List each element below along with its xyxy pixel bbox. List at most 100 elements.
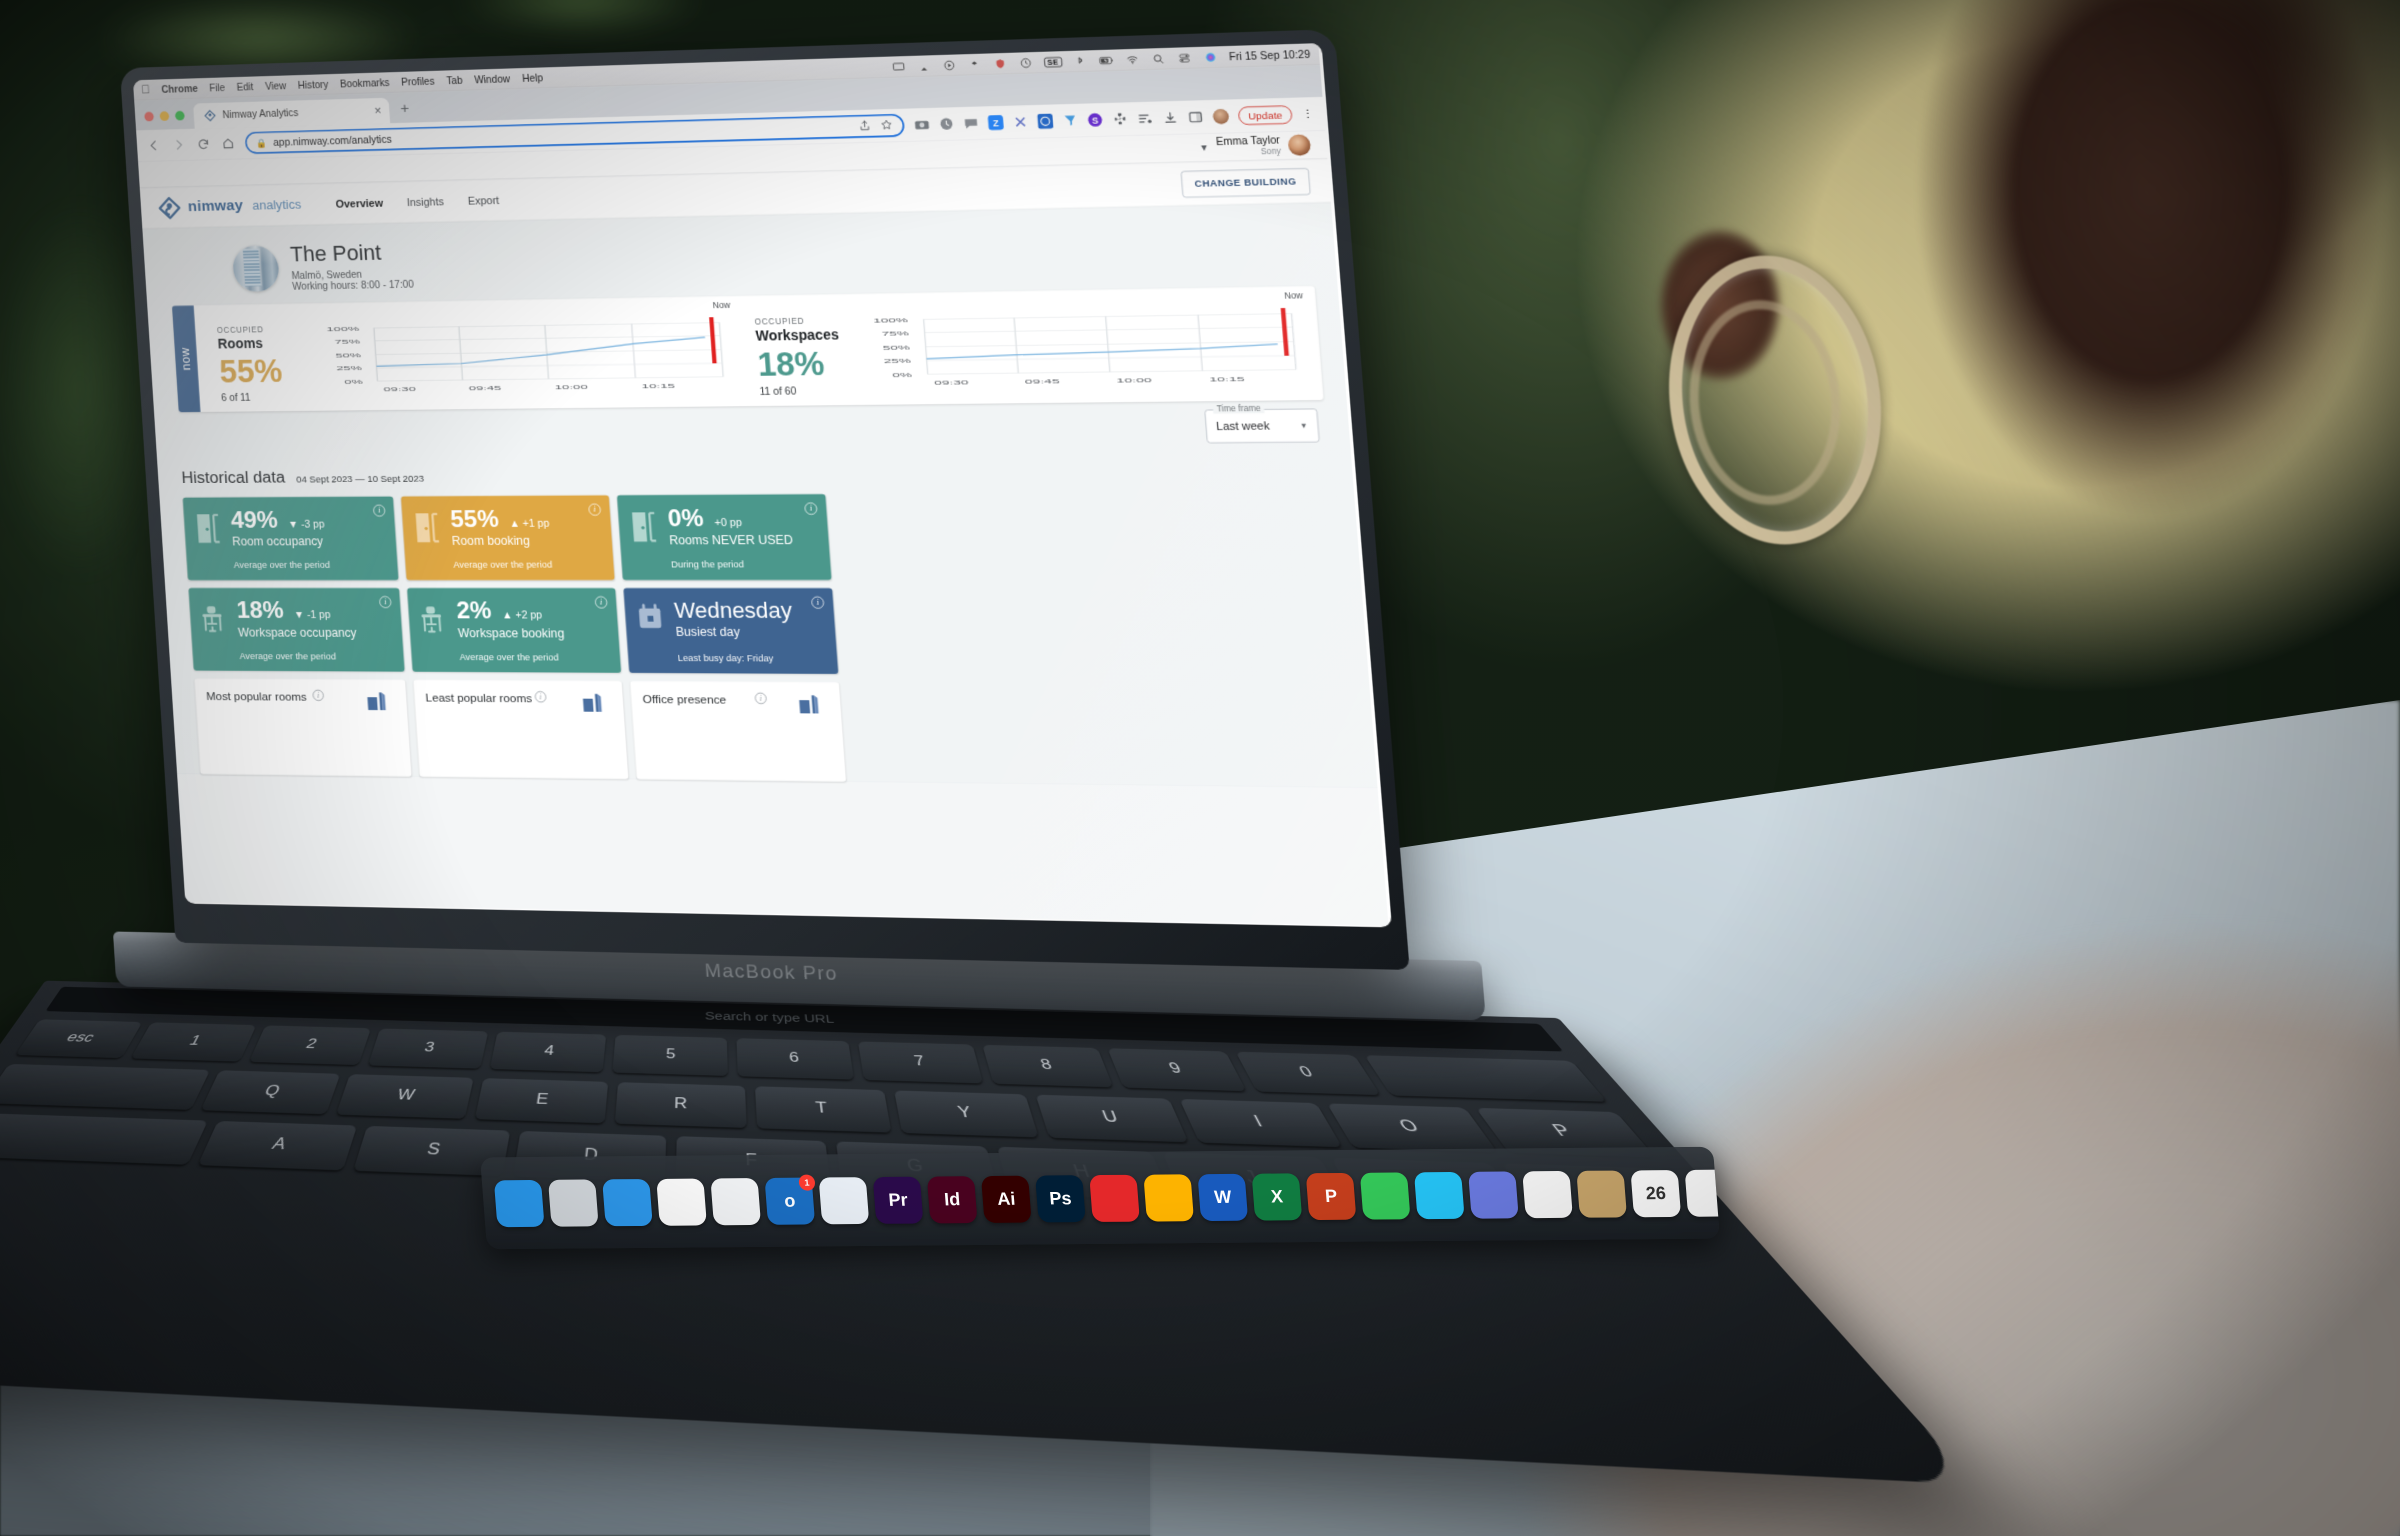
card-least-popular-rooms[interactable]: Least popular rooms i: [413, 679, 629, 779]
comment-icon[interactable]: [963, 116, 979, 131]
dock-icon-powerpoint[interactable]: P: [1305, 1172, 1357, 1220]
timer-icon[interactable]: [939, 116, 955, 131]
dock-icon-sketch[interactable]: [1143, 1173, 1195, 1222]
info-icon[interactable]: i: [810, 596, 825, 609]
key-4[interactable]: 4: [489, 1031, 607, 1073]
card-office-presence[interactable]: Office presence i: [629, 680, 847, 782]
dock-icon-photos[interactable]: [1522, 1170, 1573, 1218]
sidebar-icon[interactable]: [1187, 109, 1204, 124]
screen-share-icon[interactable]: [891, 61, 906, 73]
share-icon[interactable]: [859, 119, 872, 133]
brand[interactable]: nimway analytics: [157, 193, 302, 220]
info-icon[interactable]: i: [378, 595, 392, 608]
tile-workspace-booking[interactable]: i 2% ▲ +2 pp Workspace booking Average o…: [407, 587, 622, 673]
camera-icon[interactable]: [914, 117, 930, 132]
info-icon[interactable]: i: [594, 595, 608, 609]
key-t[interactable]: T: [754, 1086, 892, 1133]
dock-icon-facetime[interactable]: [1359, 1171, 1411, 1220]
info-icon[interactable]: i: [804, 502, 818, 515]
search-icon[interactable]: [1150, 53, 1166, 65]
close-icon[interactable]: ×: [374, 104, 382, 118]
puzzle-icon[interactable]: [1112, 112, 1129, 127]
play-icon[interactable]: [941, 59, 956, 71]
airplay-icon[interactable]: [916, 60, 931, 72]
dropbox-icon[interactable]: [967, 58, 982, 70]
shield-icon[interactable]: [992, 57, 1007, 69]
reload-icon[interactable]: [195, 136, 211, 152]
y-icon[interactable]: [1062, 113, 1079, 128]
dock-icon-shortcuts[interactable]: [1468, 1170, 1519, 1219]
avatar[interactable]: [1287, 134, 1312, 156]
dock-icon-illustrator[interactable]: Ai: [980, 1175, 1032, 1223]
menubar-item-window[interactable]: Window: [474, 73, 510, 85]
minimize-window-button[interactable]: [159, 111, 170, 122]
tile-busiest-day[interactable]: i Wednesday Busiest day Least busy day: …: [623, 587, 839, 674]
card-most-popular-rooms[interactable]: Most popular rooms i: [194, 678, 412, 777]
maximize-window-button[interactable]: [174, 110, 185, 121]
dock-icon-chrome[interactable]: [656, 1178, 707, 1226]
menubar-item-bookmarks[interactable]: Bookmarks: [340, 77, 390, 90]
control-center-toggles-icon[interactable]: [1176, 52, 1192, 64]
arrow-left-icon[interactable]: [146, 138, 162, 154]
dock-icon-finder[interactable]: [493, 1179, 545, 1227]
tab-insights[interactable]: Insights: [406, 195, 444, 208]
key-w[interactable]: W: [336, 1074, 474, 1119]
dock-icon-acrobat[interactable]: [1089, 1174, 1140, 1222]
key-0[interactable]: 0: [1235, 1051, 1381, 1096]
menubar-clock[interactable]: Fri 15 Sep 10:29: [1229, 48, 1311, 62]
battery-charging-icon[interactable]: [1098, 54, 1114, 66]
s-circle-icon[interactable]: S: [1087, 112, 1104, 127]
star-icon[interactable]: [880, 118, 893, 132]
dock-icon-calendar[interactable]: 26: [1630, 1169, 1682, 1217]
download-icon[interactable]: [1162, 110, 1179, 125]
dock-icon-messages[interactable]: [1413, 1171, 1465, 1219]
dock-icon-indesign[interactable]: Id: [926, 1175, 978, 1223]
x-icon[interactable]: [1012, 114, 1028, 129]
dock-icon-contacts[interactable]: [1576, 1169, 1627, 1218]
arrow-right-icon[interactable]: [170, 137, 186, 153]
tile-workspace-occupancy[interactable]: i 18% ▼ -1 pp Workspace occupancy Averag…: [188, 587, 405, 672]
dock-icon-launchpad[interactable]: [547, 1178, 599, 1227]
key-i[interactable]: I: [1179, 1099, 1342, 1148]
plus-icon[interactable]: +: [389, 100, 420, 123]
key-r[interactable]: R: [614, 1082, 747, 1128]
list-icon[interactable]: [1137, 111, 1154, 126]
key-3[interactable]: 3: [368, 1028, 489, 1069]
dock-icon-reminders[interactable]: 8: [1684, 1166, 1720, 1217]
tile-rooms-never-used[interactable]: i 0% +0 pp Rooms NEVER USED During the p…: [616, 493, 832, 580]
apple-icon[interactable]: : [141, 83, 150, 97]
tab-overview[interactable]: Overview: [335, 197, 383, 210]
dock-icon-word[interactable]: W: [1197, 1173, 1249, 1221]
key-o[interactable]: O: [1326, 1103, 1498, 1153]
info-icon[interactable]: i: [754, 692, 767, 704]
key-caps[interactable]: [0, 1112, 208, 1165]
info-icon[interactable]: i: [372, 504, 386, 517]
key-a[interactable]: A: [197, 1120, 358, 1171]
dock-icon-premiere-pro[interactable]: Pr: [872, 1176, 924, 1224]
key-tab[interactable]: [0, 1063, 211, 1110]
menubar-item-view[interactable]: View: [265, 80, 287, 92]
profile-avatar-icon[interactable]: [1212, 108, 1230, 125]
tile-room-booking[interactable]: i 55% ▲ +1 pp Room booking Average over …: [400, 495, 615, 580]
clock-icon[interactable]: [1018, 57, 1033, 69]
menubar-item-history[interactable]: History: [297, 79, 328, 91]
key-6[interactable]: 6: [736, 1038, 855, 1080]
menubar-item-file[interactable]: File: [209, 82, 225, 93]
menubar-item-tab[interactable]: Tab: [446, 74, 463, 86]
menubar-item-edit[interactable]: Edit: [236, 81, 253, 93]
key-u[interactable]: U: [1035, 1094, 1189, 1143]
info-icon[interactable]: i: [534, 690, 547, 703]
tab-export[interactable]: Export: [467, 194, 499, 207]
dock-icon-excel[interactable]: X: [1251, 1172, 1303, 1221]
update-button[interactable]: Update: [1237, 105, 1293, 126]
translate-icon[interactable]: [1037, 113, 1054, 129]
key-q[interactable]: Q: [200, 1070, 341, 1115]
key-esc[interactable]: esc: [15, 1019, 143, 1059]
key-delete[interactable]: [1364, 1055, 1608, 1102]
dock-icon-preview[interactable]: [818, 1176, 870, 1224]
dock-icon-slack[interactable]: [710, 1177, 762, 1225]
dock-icon-safari[interactable]: [602, 1178, 653, 1226]
key-7[interactable]: 7: [858, 1041, 984, 1084]
se-input-icon[interactable]: SE: [1043, 56, 1063, 68]
chevron-down-icon[interactable]: ▼: [1300, 421, 1309, 430]
